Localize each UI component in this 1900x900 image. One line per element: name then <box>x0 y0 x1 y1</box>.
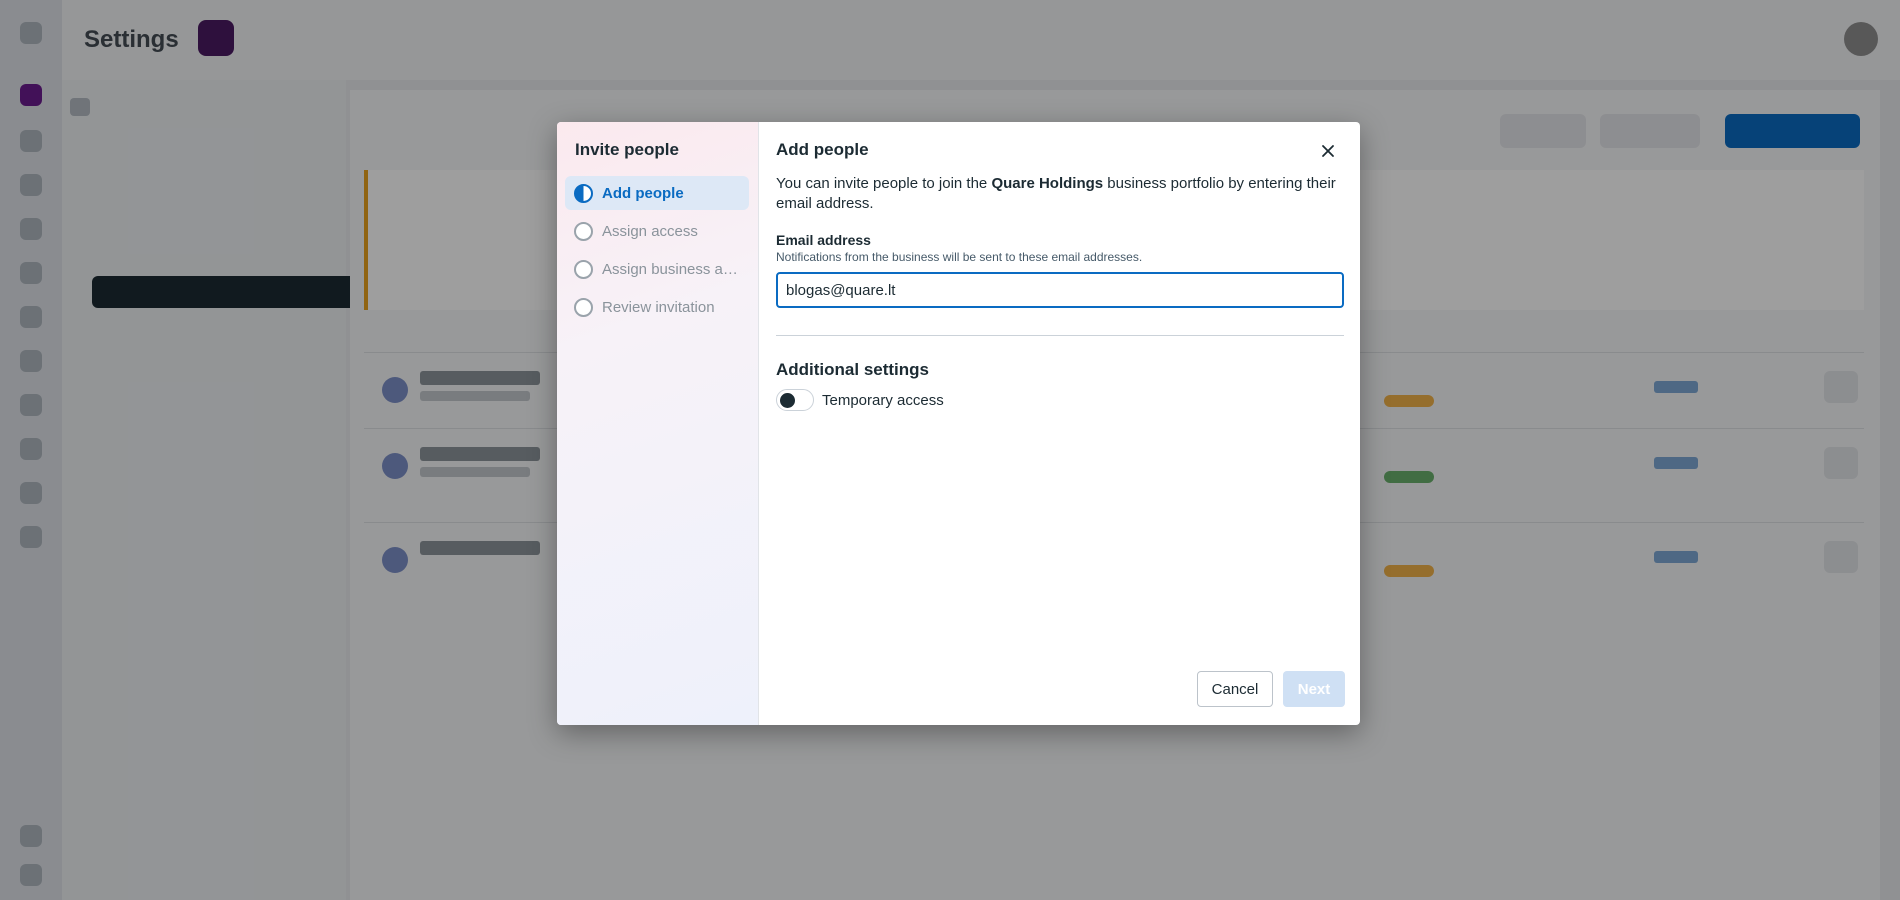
toggle-knob <box>780 393 795 408</box>
step-label: Add people <box>602 185 684 202</box>
email-field[interactable] <box>776 272 1344 308</box>
additional-settings-title: Additional settings <box>776 360 929 379</box>
step-circle-icon <box>574 222 593 241</box>
step-add-people[interactable]: Add people <box>565 176 749 210</box>
temporary-access-toggle[interactable] <box>776 389 814 411</box>
step-circle-icon <box>574 260 593 279</box>
org-name: Quare Holdings <box>991 175 1104 192</box>
add-people-panel: Add people You can invite people to join… <box>759 122 1360 725</box>
step-circle-icon <box>574 298 593 317</box>
step-label: Assign access <box>602 223 698 240</box>
step-assign-access[interactable]: Assign access <box>565 214 749 248</box>
email-help-text: Notifications from the business will be … <box>776 250 1143 264</box>
close-icon <box>1322 145 1334 157</box>
step-label: Review invitation <box>602 299 715 316</box>
steps-title: Invite people <box>575 140 679 159</box>
step-assign-business-assets[interactable]: Assign business assets <box>565 252 749 286</box>
steps-panel: Invite people Add people Assign access A… <box>557 122 759 725</box>
temporary-access-label: Temporary access <box>822 392 944 409</box>
step-review-invitation[interactable]: Review invitation <box>565 290 749 324</box>
close-button[interactable] <box>1315 138 1341 164</box>
step-label: Assign business assets <box>602 261 744 278</box>
panel-title: Add people <box>776 140 869 159</box>
divider <box>776 335 1344 336</box>
email-label: Email address <box>776 232 871 248</box>
cancel-button[interactable]: Cancel <box>1197 671 1273 707</box>
step-progress-icon <box>574 184 593 203</box>
invite-people-dialog: Invite people Add people Assign access A… <box>557 122 1360 725</box>
next-button[interactable]: Next <box>1283 671 1345 707</box>
invite-description: You can invite people to join the Quare … <box>776 175 1336 212</box>
